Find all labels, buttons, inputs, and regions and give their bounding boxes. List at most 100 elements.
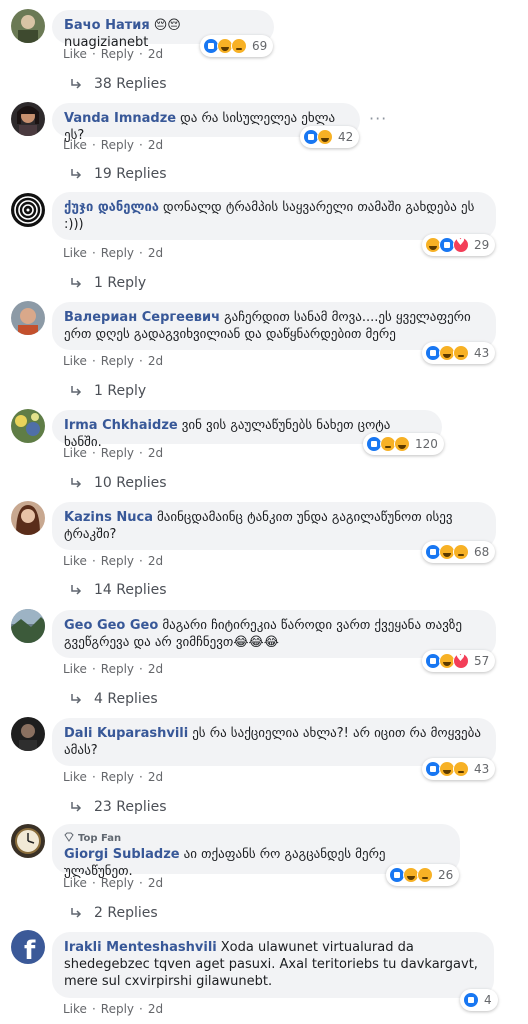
view-replies-link[interactable]: 4 Replies — [70, 691, 158, 707]
avatar[interactable]: f — [11, 930, 45, 964]
reply-arrow-icon — [71, 169, 82, 179]
comment-actions: Like · Reply · 2d — [63, 876, 164, 890]
like-button[interactable]: Like — [63, 770, 87, 784]
reply-arrow-icon — [71, 908, 82, 918]
like-reaction-icon — [463, 992, 479, 1008]
comment-actions: Like · Reply · 2d — [63, 138, 164, 152]
reaction-summary[interactable]: 43 — [422, 342, 496, 364]
sad-reaction-icon — [453, 544, 469, 560]
avatar[interactable] — [11, 301, 45, 335]
reply-button[interactable]: Reply — [101, 770, 134, 784]
view-replies-link[interactable]: 1 Reply — [70, 275, 146, 291]
reply-button[interactable]: Reply — [101, 246, 134, 260]
comment-bubble: Irakli Menteshashvili Xoda ulawunet virtu… — [52, 932, 494, 998]
comment-author[interactable]: Vanda Imnadze — [64, 111, 176, 126]
avatar[interactable] — [11, 824, 45, 858]
comment-timestamp[interactable]: 2d — [148, 662, 163, 676]
reaction-summary[interactable]: 68 — [422, 541, 496, 563]
comment-author[interactable]: Валериан Сергеевич — [64, 310, 220, 325]
like-button[interactable]: Like — [63, 446, 87, 460]
comment-timestamp[interactable]: 2d — [148, 1002, 163, 1016]
view-replies-link[interactable]: 14 Replies — [70, 582, 167, 598]
comment-author[interactable]: Giorgi Subladze — [64, 847, 180, 862]
svg-text:f: f — [24, 936, 36, 964]
comment-actions: Like · Reply · 2d — [63, 446, 164, 460]
comment-actions: Like · Reply · 2d — [63, 770, 164, 784]
reply-button[interactable]: Reply — [101, 138, 134, 152]
like-button[interactable]: Like — [63, 876, 87, 890]
comment-timestamp[interactable]: 2d — [148, 138, 163, 152]
reply-button[interactable]: Reply — [101, 662, 134, 676]
reaction-count: 57 — [474, 654, 490, 668]
view-replies-link[interactable]: 10 Replies — [70, 475, 167, 491]
avatar[interactable] — [11, 409, 45, 443]
like-button[interactable]: Like — [63, 354, 87, 368]
reply-button[interactable]: Reply — [101, 446, 134, 460]
reaction-summary[interactable]: 43 — [422, 758, 496, 780]
comment-author[interactable]: Irakli Menteshashvili — [64, 940, 217, 955]
like-button[interactable]: Like — [63, 554, 87, 568]
comment-author[interactable]: Geo Geo Geo — [64, 618, 158, 633]
avatar[interactable] — [11, 9, 45, 43]
reply-arrow-icon — [71, 278, 82, 288]
haha-reaction-icon — [317, 129, 333, 145]
reply-button[interactable]: Reply — [101, 876, 134, 890]
view-replies-link[interactable]: 2 Replies — [70, 905, 158, 921]
comment-author[interactable]: Dali Kuparashvili — [64, 726, 188, 741]
replies-count[interactable]: 19 Replies — [94, 166, 167, 182]
comment-timestamp[interactable]: 2d — [148, 770, 163, 784]
like-button[interactable]: Like — [63, 1002, 87, 1016]
comment-timestamp[interactable]: 2d — [148, 446, 163, 460]
facebook-logo-icon: f — [24, 936, 36, 964]
like-button[interactable]: Like — [63, 138, 87, 152]
comment-author[interactable]: Kazins Nuca — [64, 510, 153, 525]
replies-count[interactable]: 4 Replies — [94, 691, 158, 707]
replies-count[interactable]: 38 Replies — [94, 76, 167, 92]
comment-actions: Like · Reply · 2d — [63, 354, 164, 368]
replies-count[interactable]: 23 Replies — [94, 799, 167, 815]
more-options-icon[interactable]: ··· — [369, 109, 387, 128]
replies-count[interactable]: 2 Replies — [94, 905, 158, 921]
comment-author[interactable]: ქუჯი დანელია — [64, 200, 159, 215]
comment-timestamp[interactable]: 2d — [148, 876, 163, 890]
reaction-summary[interactable]: 69 — [200, 35, 274, 57]
diamond-icon — [64, 832, 74, 842]
comment-author[interactable]: Бачо Натия — [64, 18, 150, 33]
like-button[interactable]: Like — [63, 662, 87, 676]
view-replies-link[interactable]: 38 Replies — [70, 76, 167, 92]
avatar[interactable] — [11, 193, 45, 227]
reaction-count: 69 — [252, 39, 268, 53]
avatar[interactable] — [11, 501, 45, 535]
comment-actions: Like · Reply · 2d — [63, 47, 164, 61]
reaction-summary[interactable]: 42 — [300, 126, 360, 148]
reply-button[interactable]: Reply — [101, 554, 134, 568]
avatar[interactable] — [11, 102, 45, 136]
comment-timestamp[interactable]: 2d — [148, 554, 163, 568]
reaction-summary[interactable]: 29 — [422, 234, 496, 256]
avatar[interactable] — [11, 717, 45, 751]
comment-author[interactable]: Irma Chkhaidze — [64, 418, 178, 433]
avatar[interactable] — [11, 609, 45, 643]
replies-count[interactable]: 10 Replies — [94, 475, 167, 491]
reaction-summary[interactable]: 4 — [460, 989, 498, 1011]
view-replies-link[interactable]: 23 Replies — [70, 799, 167, 815]
reply-button[interactable]: Reply — [101, 47, 134, 61]
reaction-summary[interactable]: 120 — [363, 433, 444, 455]
reaction-summary[interactable]: 26 — [386, 864, 460, 886]
reply-button[interactable]: Reply — [101, 354, 134, 368]
replies-count[interactable]: 1 Reply — [94, 275, 146, 291]
reply-arrow-icon — [71, 694, 82, 704]
comment-bubble: ქუჯი დანელია დონალდ ტრამპის საყვარელი თამ… — [52, 192, 496, 240]
view-replies-link[interactable]: 19 Replies — [70, 166, 167, 182]
view-replies-link[interactable]: 1 Reply — [70, 383, 146, 399]
like-button[interactable]: Like — [63, 246, 87, 260]
like-button[interactable]: Like — [63, 47, 87, 61]
reaction-summary[interactable]: 57 — [422, 650, 496, 672]
comment-timestamp[interactable]: 2d — [148, 354, 163, 368]
reply-button[interactable]: Reply — [101, 1002, 134, 1016]
comment-timestamp[interactable]: 2d — [148, 246, 163, 260]
reaction-count: 4 — [484, 993, 492, 1007]
comment-timestamp[interactable]: 2d — [148, 47, 163, 61]
replies-count[interactable]: 14 Replies — [94, 582, 167, 598]
replies-count[interactable]: 1 Reply — [94, 383, 146, 399]
